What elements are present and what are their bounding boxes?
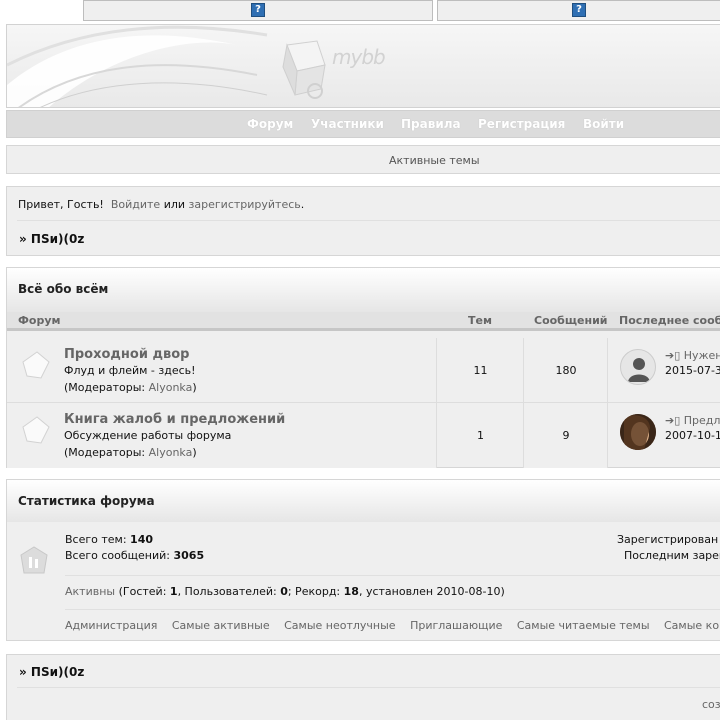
divider [65, 575, 720, 576]
forum-title-link[interactable]: Проходной двор [64, 347, 189, 362]
active-topics-bar: Активные темы [6, 145, 720, 174]
help-icon[interactable]: ? [572, 3, 586, 17]
forum-topics-count: 1 [477, 429, 484, 442]
forum-posts-count: 180 [555, 364, 577, 377]
top-bar-right: ? [437, 0, 720, 21]
logo-text: mybb [332, 45, 386, 69]
last-post-info: ➔▯ Предл [665, 414, 720, 427]
nav-members[interactable]: Участники [311, 117, 384, 131]
last-post-info: ➔▯ Нужен [665, 349, 720, 362]
forum-topics-count: 11 [473, 364, 488, 377]
last-registered: Последним зарег [624, 549, 720, 562]
avatar[interactable] [620, 414, 656, 450]
stats-icon [20, 546, 48, 574]
stats-block: Статистика форума Всего тем: 140 Всего с… [6, 479, 720, 641]
last-post-link[interactable]: Нужен [684, 349, 720, 362]
divider [17, 687, 720, 688]
forum-description: Флуд и флейм - здесь! [64, 364, 196, 377]
breadcrumb[interactable]: » ПSи)(0z [19, 232, 84, 246]
link-most-active[interactable]: Самые активные [172, 619, 270, 632]
total-posts: Всего сообщений: 3065 [65, 549, 205, 562]
last-post-icon: ➔▯ [665, 414, 681, 427]
forum-posts-count: 9 [562, 429, 570, 442]
moderator-link[interactable]: Alyonka [149, 381, 193, 394]
stats-header: Статистика форума [7, 480, 720, 522]
link-most-read-topics[interactable]: Самые читаемые темы [517, 619, 650, 632]
col-forum: Форум [18, 314, 61, 327]
nav-rules[interactable]: Правила [401, 117, 461, 131]
forum-moderators: (Модераторы: Alyonka) [64, 446, 197, 459]
active-users-line: Активны (Гостей: 1, Пользователей: 0; Ре… [65, 585, 505, 598]
register-link[interactable]: зарегистрируйтесь [189, 198, 301, 211]
welcome-line: Привет, Гость! Войдите или зарегистрируй… [18, 198, 304, 211]
category-title[interactable]: Всё обо всём [18, 282, 108, 296]
link-administration[interactable]: Администрация [65, 619, 157, 632]
col-posts: Сообщений [534, 314, 608, 327]
or-text: или [163, 198, 186, 211]
column-header-row: Форум Тем Сообщений Последнее сооб [7, 312, 720, 331]
divider [17, 220, 720, 221]
welcome-panel: Привет, Гость! Войдите или зарегистрируй… [6, 186, 720, 256]
login-link[interactable]: Войдите [111, 198, 160, 211]
help-icon[interactable]: ? [251, 3, 265, 17]
registered-users: Зарегистрирован [617, 533, 719, 546]
forum-info-cell: Книга жалоб и предложений Обсуждение раб… [7, 403, 437, 468]
mybb-logo-icon [282, 40, 326, 99]
divider [65, 609, 720, 610]
forum-description: Обсуждение работы форума [64, 429, 232, 442]
category-block: Всё обо всём Форум Тем Сообщений Последн… [6, 267, 720, 468]
category-header: Всё обо всём [7, 268, 720, 312]
top-bar-left: ? [83, 0, 433, 21]
last-post-date: 2007-10-1 [665, 429, 720, 442]
forum-row: Книга жалоб и предложений Обсуждение раб… [7, 403, 720, 468]
period-text: . [300, 198, 305, 211]
nav-forum[interactable]: Форум [247, 117, 293, 131]
active-users-link[interactable]: Активны [65, 585, 115, 598]
col-last-post: Последнее сооб [619, 314, 720, 327]
nav-register[interactable]: Регистрация [478, 117, 565, 131]
greeting-text: Привет, Гость! [18, 198, 104, 211]
avatar[interactable] [620, 349, 656, 385]
stats-links: Администрация Самые активные Самые неотл… [65, 619, 719, 632]
forum-moderators: (Модераторы: Alyonka) [64, 381, 197, 394]
footer-block: » ПSи)(0z соз [6, 654, 720, 720]
forum-row: Проходной двор Флуд и флейм - здесь! (Мо… [7, 338, 720, 403]
main-navigation: Форум Участники Правила Регистрация Войт… [6, 110, 720, 138]
posts-cell: 180 [523, 338, 608, 402]
forum-header: mybb [6, 24, 720, 108]
default-user-icon [628, 358, 650, 382]
total-topics: Всего тем: 140 [65, 533, 154, 546]
footer-created-text: соз [702, 698, 720, 711]
last-post-link[interactable]: Предл [684, 414, 720, 427]
col-topics: Тем [468, 314, 492, 327]
link-most-commented[interactable]: Самые ко [664, 619, 719, 632]
forum-status-icon [22, 351, 50, 379]
stats-title: Статистика форума [18, 494, 155, 508]
forum-title-link[interactable]: Книга жалоб и предложений [64, 412, 285, 427]
posts-cell: 9 [523, 403, 608, 468]
user-avatar-photo [620, 414, 656, 450]
footer-breadcrumb[interactable]: » ПSи)(0z [19, 665, 84, 679]
nav-login[interactable]: Войти [583, 117, 624, 131]
link-inviters[interactable]: Приглашающие [410, 619, 502, 632]
forum-info-cell: Проходной двор Флуд и флейм - здесь! (Мо… [7, 338, 437, 402]
moderator-link[interactable]: Alyonka [149, 446, 193, 459]
link-most-present[interactable]: Самые неотлучные [284, 619, 395, 632]
last-post-date: 2015-07-3 [665, 364, 720, 377]
last-post-icon: ➔▯ [665, 349, 681, 362]
forum-status-icon [22, 416, 50, 444]
active-topics-link[interactable]: Активные темы [389, 154, 480, 167]
